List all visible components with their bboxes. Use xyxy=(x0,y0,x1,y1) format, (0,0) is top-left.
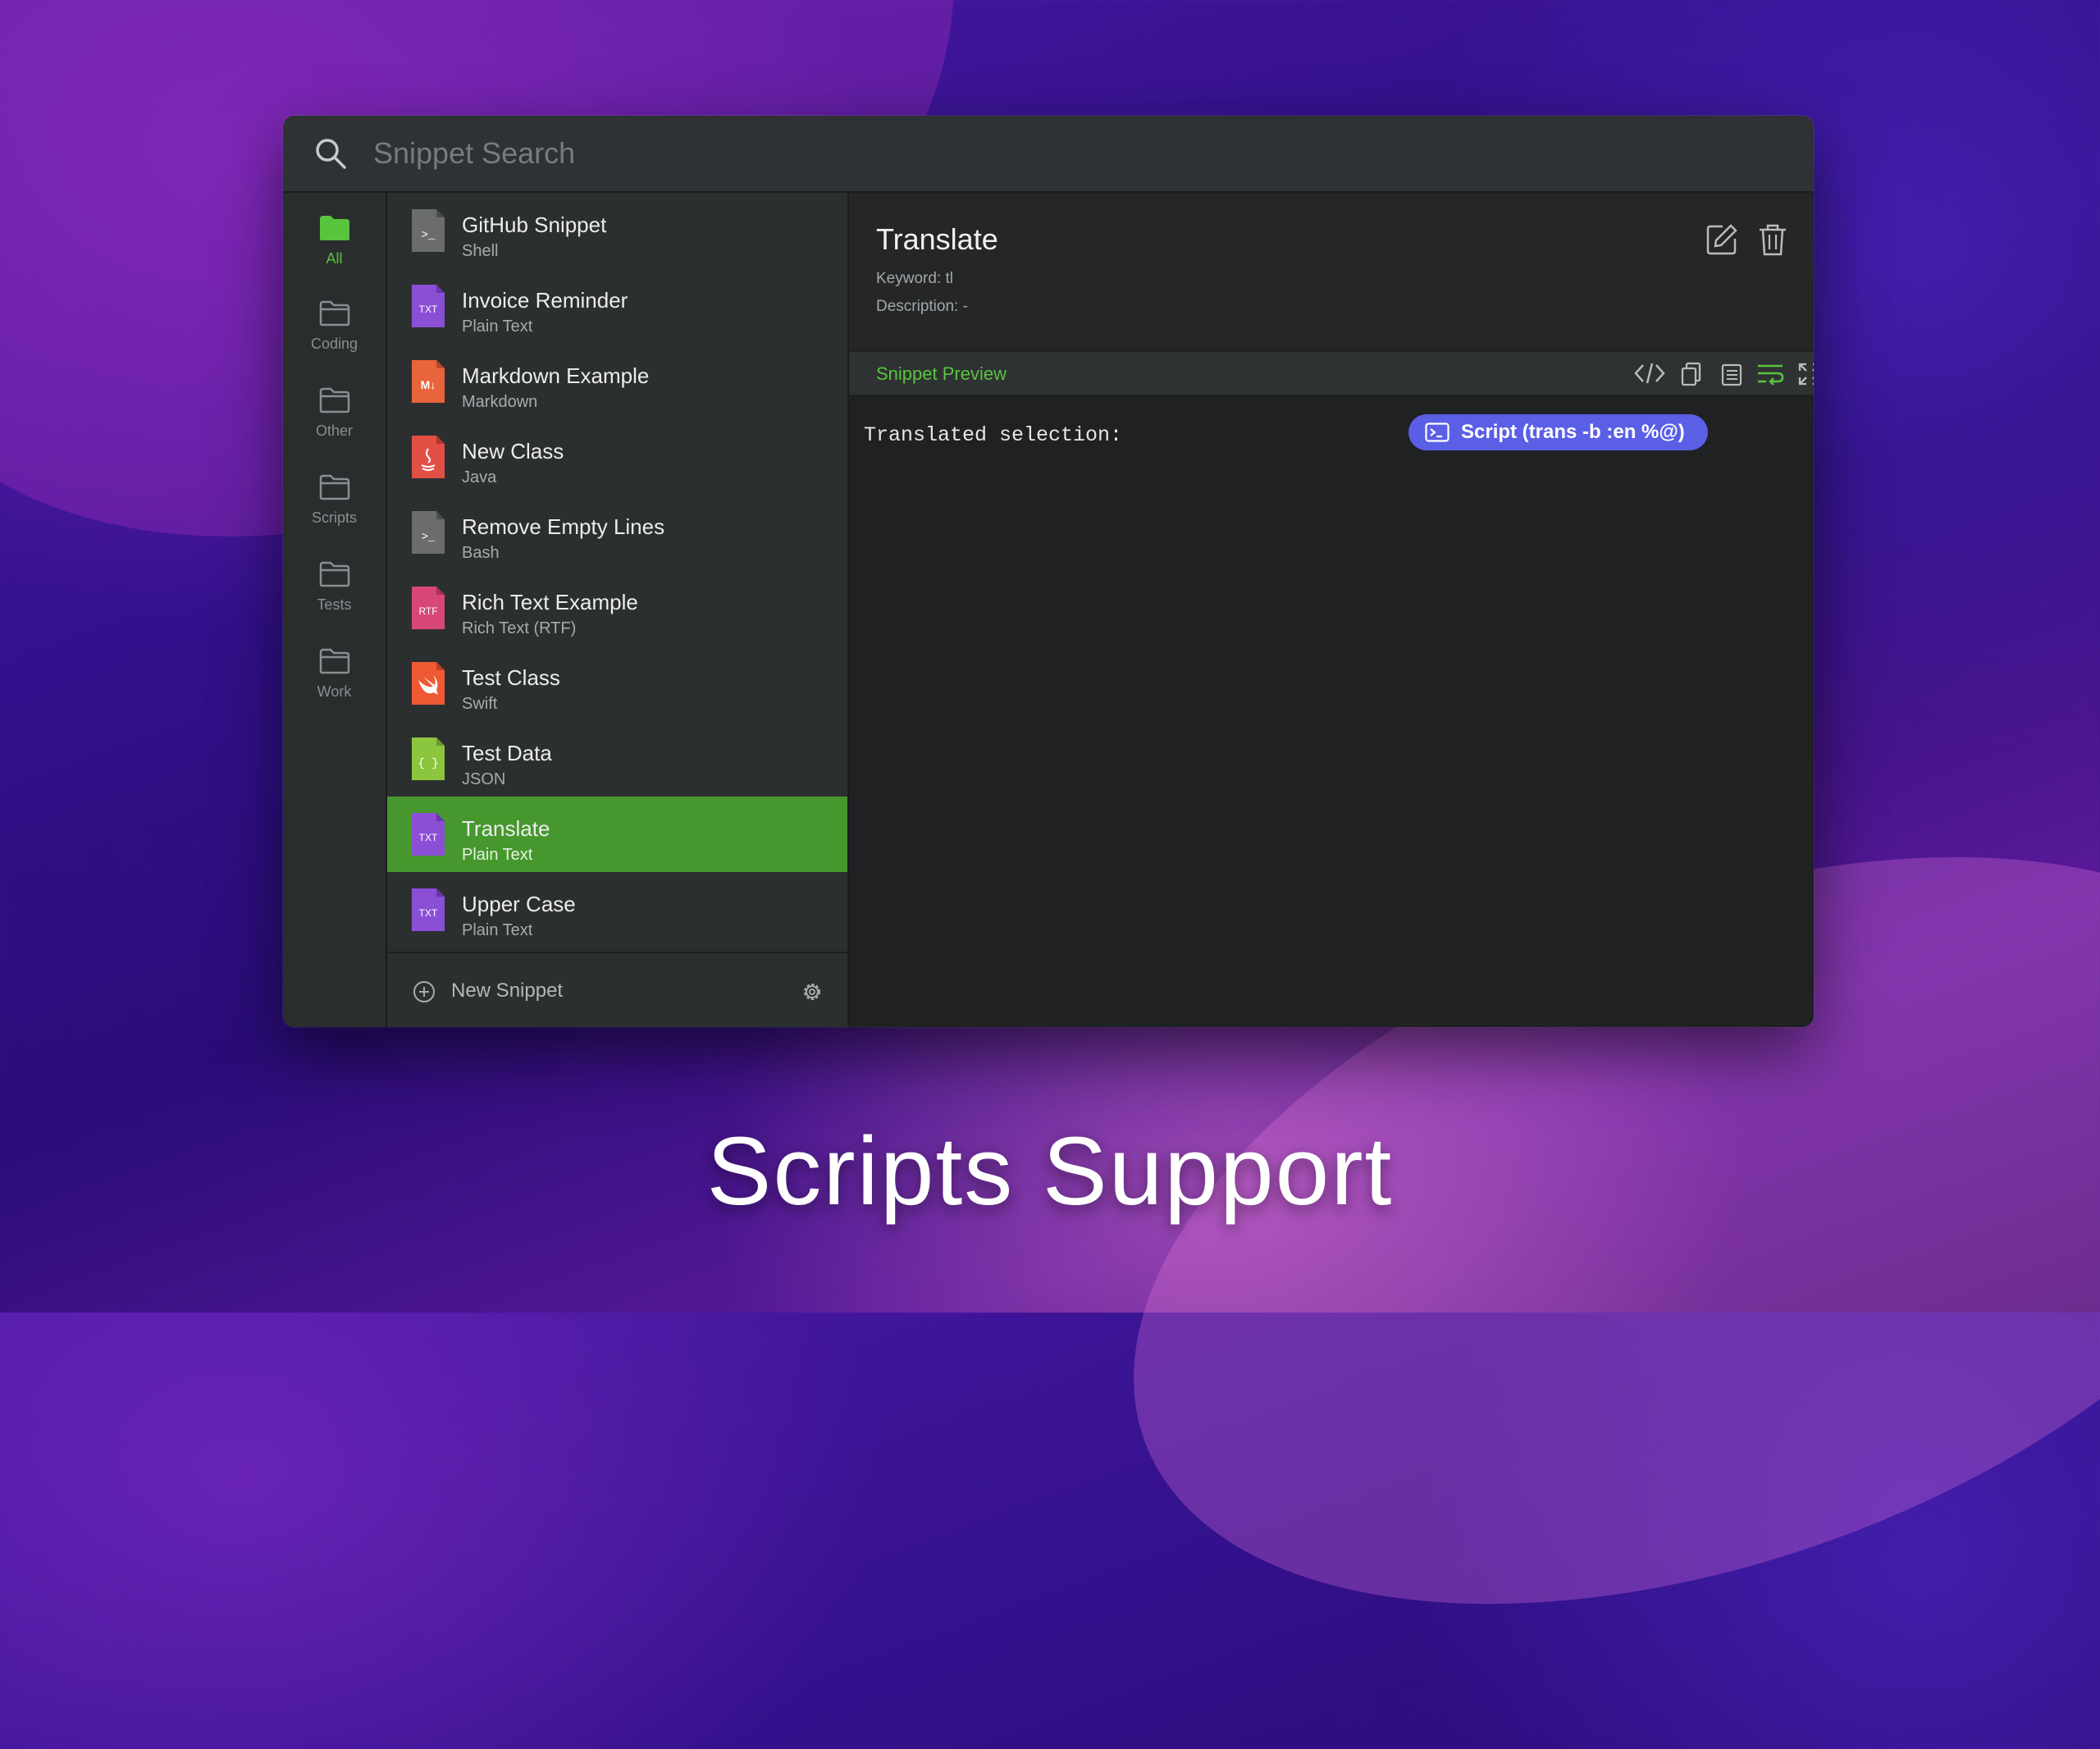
search-input[interactable] xyxy=(372,135,1687,171)
snippet-title: GitHub Snippet xyxy=(462,212,607,237)
folder-label: Other xyxy=(315,422,354,439)
snippet-title: Test Class xyxy=(462,665,560,690)
folder-coding[interactable]: Coding xyxy=(283,299,386,373)
snippet-type: Java xyxy=(462,468,497,486)
search-bar xyxy=(283,116,1814,193)
snippet-title: Test Data xyxy=(462,741,552,765)
snippet-type: JSON xyxy=(462,770,506,788)
txt-file-icon: TXT xyxy=(412,813,445,856)
detail-description: Description: - xyxy=(876,298,968,315)
fullscreen-icon[interactable] xyxy=(1797,362,1814,386)
folder-icon xyxy=(319,387,349,413)
code-view-icon[interactable] xyxy=(1634,362,1665,385)
folder-label: Tests xyxy=(317,596,352,613)
markdown-file-icon: M↓ xyxy=(412,360,445,403)
promo-caption: Scripts Support xyxy=(706,1117,1394,1226)
folder-scripts[interactable]: Scripts xyxy=(283,473,386,547)
txt-file-icon: TXT xyxy=(412,285,445,327)
wrap-lines-icon[interactable] xyxy=(1756,362,1784,386)
folder-icon xyxy=(319,300,349,327)
json-file-icon: { } xyxy=(412,738,445,780)
search-icon xyxy=(316,139,346,169)
folder-label: Scripts xyxy=(311,509,357,526)
snippet-type: Rich Text (RTF) xyxy=(462,619,577,637)
snippet-item-markdown-example[interactable]: M↓ Markdown Example Markdown xyxy=(387,344,847,419)
preview-text: Translated selection: xyxy=(864,423,1123,447)
snippet-title: Remove Empty Lines xyxy=(462,514,665,539)
app-window: All Coding Other Scripts xyxy=(283,116,1814,1027)
txt-file-icon: TXT xyxy=(412,888,445,931)
folder-filled-icon xyxy=(319,216,349,240)
detail-header: Translate Keyword: tl Description: - xyxy=(849,193,1814,350)
shell-file-icon: >_ xyxy=(412,209,445,252)
gear-icon[interactable] xyxy=(800,980,824,1004)
file-icon-glyph: { } xyxy=(418,757,438,770)
file-icon-glyph: TXT xyxy=(419,304,438,315)
snippet-type: Markdown xyxy=(462,393,538,411)
paste-list-icon[interactable] xyxy=(1719,362,1743,386)
snippet-title: Translate xyxy=(462,816,550,841)
shell-file-icon: >_ xyxy=(412,511,445,554)
snippet-item-invoice-reminder[interactable]: TXT Invoice Reminder Plain Text xyxy=(387,268,847,344)
trash-icon[interactable] xyxy=(1756,222,1789,257)
snippet-list-footer: New Snippet xyxy=(387,952,847,1027)
preview-label: Snippet Preview xyxy=(876,363,1007,384)
folder-tests[interactable]: Tests xyxy=(283,560,386,634)
new-snippet-button[interactable]: New Snippet xyxy=(451,980,563,1002)
snippet-item-remove-empty-lines[interactable]: >_ Remove Empty Lines Bash xyxy=(387,495,847,570)
snippet-title: Rich Text Example xyxy=(462,590,638,614)
snippet-type: Swift xyxy=(462,695,498,713)
snippet-item-test-data[interactable]: { } Test Data JSON xyxy=(387,721,847,797)
folder-label: Work xyxy=(317,683,352,700)
file-icon-glyph: M↓ xyxy=(421,378,436,391)
snippet-title: Markdown Example xyxy=(462,363,650,388)
folder-work[interactable]: Work xyxy=(283,647,386,721)
file-icon-glyph: >_ xyxy=(422,531,436,544)
script-placeholder-pill[interactable]: Script (trans -b :en %@) xyxy=(1408,414,1708,450)
folder-icon xyxy=(319,561,349,587)
snippet-item-github-snippet[interactable]: >_ GitHub Snippet Shell xyxy=(387,193,847,268)
folder-all[interactable]: All xyxy=(283,214,386,288)
folder-icon xyxy=(319,648,349,674)
snippet-preview: Translated selection: Script (trans -b :… xyxy=(849,396,1814,1027)
folder-label: Coding xyxy=(310,336,358,352)
file-icon-glyph: TXT xyxy=(419,832,438,843)
edit-icon[interactable] xyxy=(1705,222,1739,257)
snippet-item-new-class[interactable]: New Class Java xyxy=(387,419,847,495)
snippet-title: Upper Case xyxy=(462,892,576,916)
snippet-type: Bash xyxy=(462,544,500,562)
file-icon-glyph: TXT xyxy=(419,907,438,919)
java-file-icon xyxy=(412,436,445,478)
file-icon-glyph: >_ xyxy=(422,229,436,242)
plus-circle-icon[interactable] xyxy=(412,980,436,1004)
terminal-icon xyxy=(1425,422,1449,442)
snippet-item-translate[interactable]: TXT Translate Plain Text xyxy=(387,797,847,872)
snippet-item-test-class[interactable]: Test Class Swift xyxy=(387,646,847,721)
copy-icon[interactable] xyxy=(1679,362,1702,386)
snippet-title: New Class xyxy=(462,439,564,464)
script-pill-label: Script (trans -b :en %@) xyxy=(1461,421,1685,443)
snippet-type: Shell xyxy=(462,242,499,260)
folder-label: All xyxy=(326,250,343,267)
snippet-type: Plain Text xyxy=(462,921,533,939)
folder-icon xyxy=(319,474,349,500)
snippet-type: Plain Text xyxy=(462,846,533,864)
preview-toolbar: Snippet Preview xyxy=(849,352,1814,395)
folder-sidebar: All Coding Other Scripts Tests Work xyxy=(283,193,387,1027)
snippet-list: >_ GitHub Snippet Shell TXT Invoice Remi… xyxy=(387,193,849,1027)
rtf-file-icon: RTF xyxy=(412,587,445,629)
snippet-item-rich-text-example[interactable]: RTF Rich Text Example Rich Text (RTF) xyxy=(387,570,847,646)
swift-file-icon xyxy=(412,662,445,705)
file-icon-glyph: RTF xyxy=(418,605,437,617)
folder-other[interactable]: Other xyxy=(283,386,386,460)
snippet-detail: Translate Keyword: tl Description: - Sni… xyxy=(849,193,1814,1027)
snippet-type: Plain Text xyxy=(462,317,533,336)
detail-keyword: Keyword: tl xyxy=(876,270,953,287)
snippet-title: Invoice Reminder xyxy=(462,288,628,313)
snippet-item-upper-case[interactable]: TXT Upper Case Plain Text xyxy=(387,872,847,948)
detail-title: Translate xyxy=(876,222,998,256)
